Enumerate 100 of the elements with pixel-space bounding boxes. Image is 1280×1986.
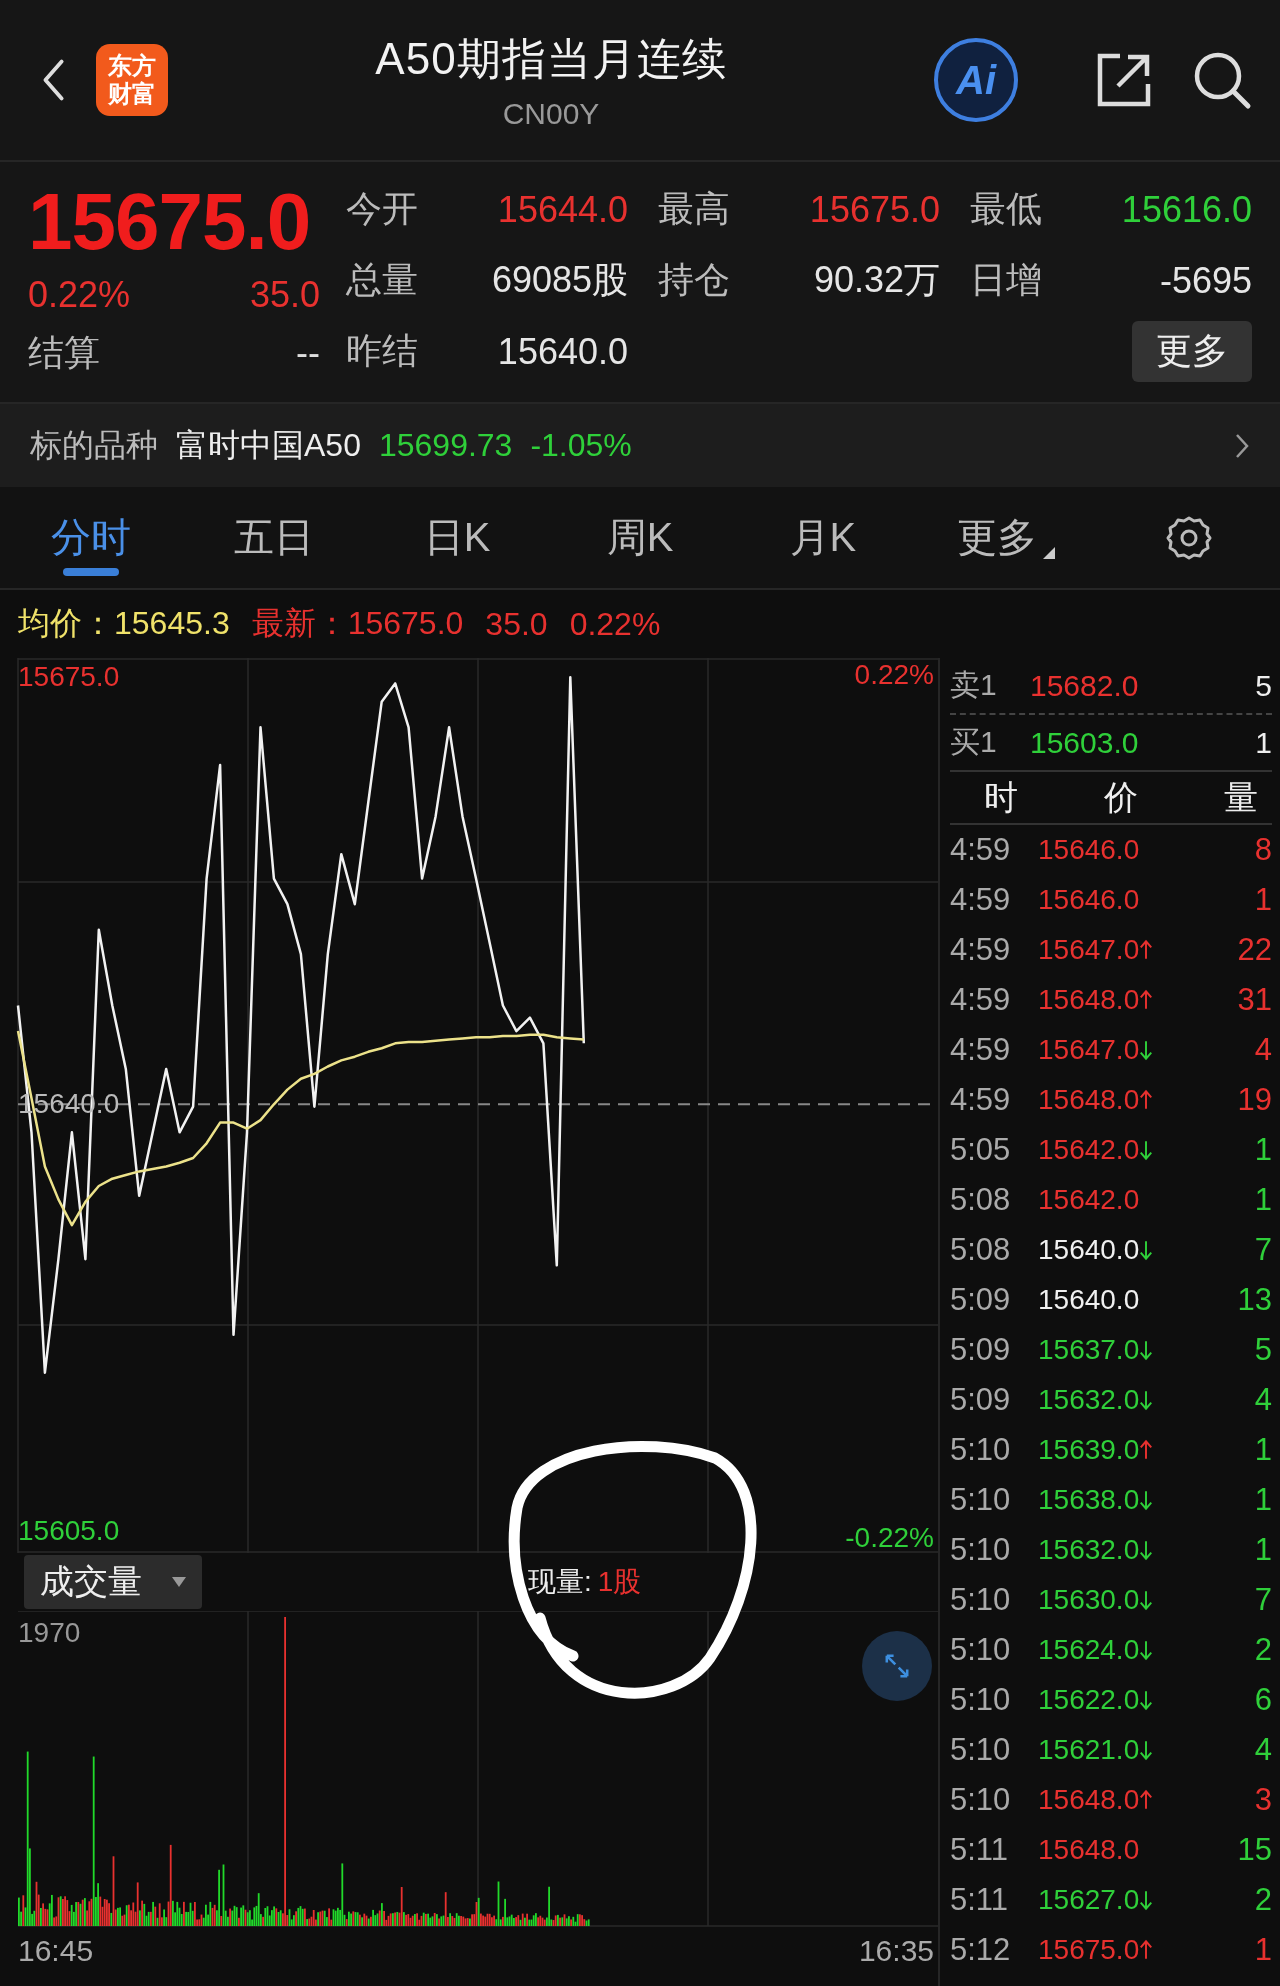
trade-volume: 6 xyxy=(1254,1682,1272,1718)
trade-time: 5:09 xyxy=(950,1382,1012,1418)
trade-time: 5:12 xyxy=(950,1932,1012,1968)
stat-value: 90.32万 xyxy=(813,258,940,302)
order-price: 15603.0 xyxy=(1030,725,1140,760)
page-title: A50期指当月连续 xyxy=(374,32,728,85)
trade-price: 15675.0 xyxy=(1038,1934,1140,1966)
trade-volume: 1 xyxy=(1254,1432,1272,1468)
arrow-up-icon xyxy=(1139,1789,1154,1811)
trade-volume: 1 xyxy=(1254,882,1272,918)
underlying-name: 富时中国A50 xyxy=(176,425,361,465)
chart-tab[interactable]: 更多 xyxy=(914,487,1098,588)
trade-time: 5:09 xyxy=(950,1332,1012,1368)
trade-price: 15646.0 xyxy=(1038,834,1140,866)
trade-price: 15648.0 xyxy=(1038,984,1140,1016)
chart-tab[interactable]: 日K xyxy=(365,487,549,588)
trade-volume: 19 xyxy=(1237,1082,1272,1118)
stat-value: 15640.0 xyxy=(497,330,628,373)
chart-tab[interactable]: 分时 xyxy=(0,487,183,588)
stat-value: -5695 xyxy=(1159,259,1252,302)
trade-price: 15638.0 xyxy=(1038,1484,1140,1516)
trade-volume: 5 xyxy=(1254,1332,1272,1368)
underlying-label: 标的品种 xyxy=(30,425,158,465)
arrow-down-icon xyxy=(1139,1239,1154,1261)
trade-time: 5:10 xyxy=(950,1432,1012,1468)
trade-time: 5:10 xyxy=(950,1482,1012,1518)
chart-tab[interactable]: 五日 xyxy=(182,487,366,588)
trade-price: 15647.0 xyxy=(1038,1034,1140,1066)
trade-time: 4:59 xyxy=(950,882,1012,918)
axis-label: 16:45 xyxy=(18,1934,94,1968)
trade-price: 15632.0 xyxy=(1038,1384,1140,1416)
order-volume: 5 xyxy=(1255,668,1272,703)
trade-price: 15648.0 xyxy=(1038,1084,1140,1116)
trade-volume: 1 xyxy=(1254,1482,1272,1518)
trade-volume: 1 xyxy=(1254,1532,1272,1568)
arrow-up-icon xyxy=(1139,939,1154,961)
order-side-label: 卖1 xyxy=(950,667,998,703)
chart-tab[interactable]: 月K xyxy=(731,487,915,588)
stat-value: 69085股 xyxy=(491,258,628,302)
ai-button[interactable]: Ai xyxy=(934,38,1018,122)
arrow-down-icon xyxy=(1139,1539,1154,1561)
trade-price: 15627.0 xyxy=(1038,1884,1140,1916)
trade-volume: 7 xyxy=(1254,1232,1272,1268)
trade-time: 4:59 xyxy=(950,832,1012,868)
arrow-down-icon xyxy=(1139,1389,1154,1411)
stat-label: 昨结 xyxy=(346,329,418,373)
stat-value: 15616.0 xyxy=(1121,188,1252,231)
trade-volume: 4 xyxy=(1254,1382,1272,1418)
trade-price: 15642.0 xyxy=(1038,1184,1140,1216)
trade-time: 5:10 xyxy=(950,1682,1012,1718)
order-volume: 1 xyxy=(1255,725,1272,760)
latest-change-percent: 0.22% xyxy=(569,605,661,643)
trade-time: 4:59 xyxy=(950,932,1012,968)
axis-label: 0.22% xyxy=(854,660,934,690)
stat-label: 最高 xyxy=(658,187,730,231)
trade-price: 15637.0 xyxy=(1038,1334,1140,1366)
arrow-up-icon xyxy=(1139,989,1154,1011)
trade-volume: 22 xyxy=(1237,932,1272,968)
trade-price: 15632.0 xyxy=(1038,1534,1140,1566)
trade-volume: 15 xyxy=(1237,1832,1272,1868)
stat-label: 日增 xyxy=(970,258,1042,302)
stat-value: 15644.0 xyxy=(497,188,628,231)
axis-label: 15605.0 xyxy=(18,1516,120,1547)
search-icon[interactable] xyxy=(1192,50,1252,110)
trade-price: 15648.0 xyxy=(1038,1834,1140,1866)
trade-time: 4:59 xyxy=(950,1082,1012,1118)
trade-time: 4:59 xyxy=(950,982,1012,1018)
trade-volume: 1 xyxy=(1254,1182,1272,1218)
stat-label: 今开 xyxy=(346,187,418,231)
trade-price: 15640.0 xyxy=(1038,1284,1140,1316)
column-header: 时 xyxy=(984,776,1018,818)
trade-time: 5:10 xyxy=(950,1632,1012,1668)
more-button[interactable]: 更多 xyxy=(1132,321,1252,382)
axis-label: 1970 xyxy=(18,1617,81,1649)
latest-price: 最新：15675.0 xyxy=(251,604,464,643)
trade-price: 15642.0 xyxy=(1038,1134,1140,1166)
last-price: 15675.0 xyxy=(28,176,311,268)
trade-price: 15646.0 xyxy=(1038,884,1140,916)
change-value: 35.0 xyxy=(249,274,320,316)
column-header: 价 xyxy=(1104,776,1138,818)
trade-volume: 7 xyxy=(1254,1582,1272,1618)
app-logo: 东方财富 xyxy=(96,44,168,116)
trade-volume: 4 xyxy=(1254,1732,1272,1768)
arrow-down-icon xyxy=(1139,1339,1154,1361)
trade-time: 5:10 xyxy=(950,1732,1012,1768)
arrow-down-icon xyxy=(1139,1689,1154,1711)
current-volume-value: 1股 xyxy=(597,1565,642,1599)
trade-price: 15630.0 xyxy=(1038,1584,1140,1616)
axis-label: 15675.0 xyxy=(18,662,120,693)
trade-time: 5:10 xyxy=(950,1582,1012,1618)
stat-label: 总量 xyxy=(346,258,418,302)
trade-volume: 2 xyxy=(1254,1882,1272,1918)
trade-volume: 13 xyxy=(1237,1282,1272,1318)
underlying-bar[interactable]: 标的品种 富时中国A50 15699.73 -1.05% xyxy=(0,402,1280,487)
trade-volume: 2 xyxy=(1254,1632,1272,1668)
indicator-dropdown[interactable]: 成交量 xyxy=(24,1555,202,1609)
column-header: 量 xyxy=(1224,776,1258,818)
chart-tab[interactable]: 周K xyxy=(548,487,732,588)
trade-volume: 8 xyxy=(1254,832,1272,868)
trade-price: 15639.0 xyxy=(1038,1434,1140,1466)
